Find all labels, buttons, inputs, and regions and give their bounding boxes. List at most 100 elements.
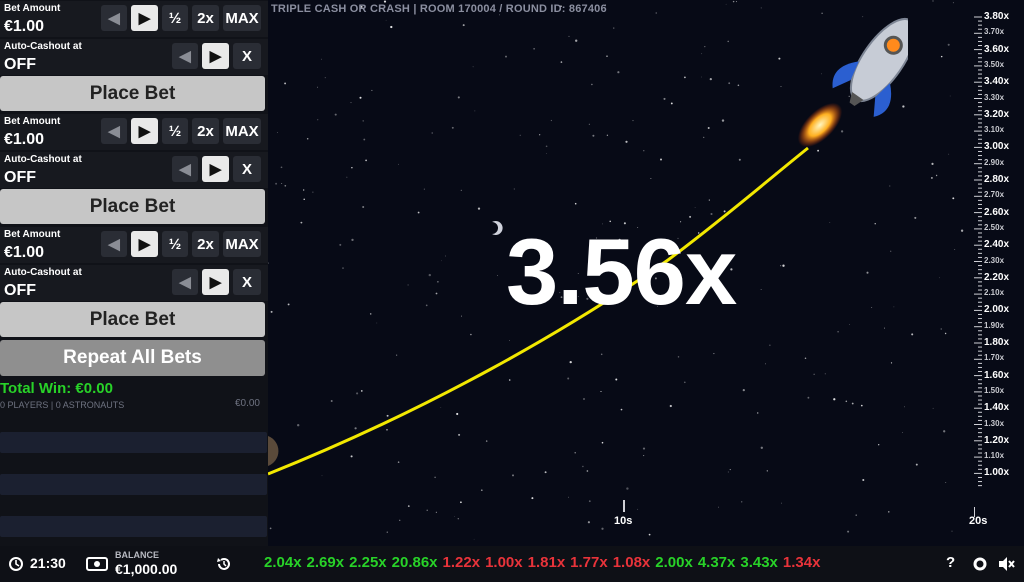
current-multiplier: 3.56x — [506, 219, 737, 324]
multiplier-history: 2.04x 2.69x 2.25x 20.86x 1.22x 1.00x 1.81x 1.77… — [264, 554, 914, 571]
auto-cashout-value[interactable]: OFF — [4, 56, 36, 74]
max-bet-button[interactable]: MAX — [223, 118, 261, 144]
bet-amount-value[interactable]: €1.00 — [4, 131, 44, 149]
increase-cashout-button[interactable]: ▶ — [202, 156, 229, 182]
chevron-right-icon: ▶ — [138, 236, 151, 253]
y-tick-label: 1.20x — [984, 434, 1010, 446]
chevron-left-icon: ◀ — [179, 274, 191, 291]
clear-cashout-button[interactable]: X — [233, 269, 261, 295]
auto-cashout-row: Auto-Cashout at OFF ◀ ▶ X — [0, 39, 268, 75]
auto-cashout-value[interactable]: OFF — [4, 282, 36, 300]
y-tick-label: 3.70x — [984, 27, 1005, 37]
players-count: 0 PLAYERS | 0 ASTRONAUTS — [0, 400, 125, 410]
decrease-bet-button[interactable]: ◀ — [101, 231, 127, 257]
chevron-right-icon: ▶ — [209, 274, 222, 291]
chevron-right-icon: ▶ — [209, 48, 222, 65]
chevron-right-icon: ▶ — [138, 10, 151, 27]
history-multiplier: 3.43x — [740, 554, 778, 571]
x-tick-label: 10s — [614, 515, 633, 527]
list-item — [0, 474, 267, 495]
balance-value: €1,000.00 — [115, 561, 178, 577]
game-title: TRIPLE CASH OR CRASH | ROOM 170004 / ROU… — [271, 3, 607, 15]
history-icon[interactable] — [216, 556, 232, 572]
chevron-right-icon: ▶ — [138, 123, 151, 140]
decrease-bet-button[interactable]: ◀ — [101, 5, 127, 31]
list-item — [0, 432, 267, 453]
y-tick-label: 3.60x — [984, 43, 1010, 55]
clear-cashout-button[interactable]: X — [233, 156, 261, 182]
history-multiplier: 2.69x — [306, 554, 345, 571]
y-tick-label: 3.20x — [984, 108, 1010, 120]
y-tick-label: 1.70x — [984, 353, 1005, 363]
place-bet-button[interactable]: Place Bet — [0, 76, 265, 111]
bet-amount-label: Bet Amount — [4, 229, 61, 240]
decrease-cashout-button[interactable]: ◀ — [172, 269, 198, 295]
increase-cashout-button[interactable]: ▶ — [202, 43, 229, 69]
increase-cashout-button[interactable]: ▶ — [202, 269, 229, 295]
y-tick-label: 2.50x — [984, 222, 1005, 232]
increase-bet-button[interactable]: ▶ — [131, 118, 158, 144]
history-multiplier: 20.86x — [391, 554, 438, 571]
gear-icon[interactable] — [972, 556, 988, 572]
chevron-left-icon: ◀ — [179, 161, 191, 178]
bet-amount-value[interactable]: €1.00 — [4, 244, 44, 262]
y-tick-label: 3.00x — [984, 141, 1010, 153]
balance-label: BALANCE — [115, 550, 159, 560]
bet-amount-row: Bet Amount €1.00 ◀ ▶ ½ 2x MAX — [0, 1, 268, 37]
decrease-bet-button[interactable]: ◀ — [101, 118, 127, 144]
y-tick-label: 2.20x — [984, 271, 1010, 283]
max-bet-button[interactable]: MAX — [223, 231, 261, 257]
history-multiplier: 4.37x — [697, 554, 736, 571]
place-bet-button[interactable]: Place Bet — [0, 302, 265, 337]
place-bet-button[interactable]: Place Bet — [0, 189, 265, 224]
y-tick-label: 1.10x — [984, 451, 1005, 461]
y-tick-label: 1.80x — [984, 337, 1010, 348]
auto-cashout-row: Auto-Cashout at OFF ◀ ▶ X — [0, 152, 268, 188]
half-bet-button[interactable]: ½ — [162, 118, 188, 144]
decrease-cashout-button[interactable]: ◀ — [172, 156, 198, 182]
bet-amount-label: Bet Amount — [4, 3, 61, 14]
y-tick-label: 1.40x — [984, 402, 1010, 414]
list-item — [0, 516, 267, 537]
clear-cashout-button[interactable]: X — [233, 43, 261, 69]
double-bet-button[interactable]: 2x — [192, 231, 219, 257]
y-tick-label: 3.40x — [984, 76, 1010, 88]
y-tick-label: 1.50x — [984, 385, 1005, 395]
history-multiplier: 1.77x — [570, 554, 608, 571]
history-multiplier: 1.08x — [612, 554, 651, 571]
x-tick-label: 20s — [969, 515, 988, 527]
clock-time: 21:30 — [30, 555, 66, 571]
y-tick-label: 2.40x — [984, 239, 1010, 251]
decrease-cashout-button[interactable]: ◀ — [172, 43, 198, 69]
y-tick-label: 2.70x — [984, 190, 1005, 200]
bet-panel: Bet Amount €1.00 ◀ ▶ ½ 2x MAX Auto-Cashout at OF… — [0, 0, 268, 546]
y-tick-label: 2.10x — [984, 288, 1005, 298]
half-bet-button[interactable]: ½ — [162, 5, 188, 31]
game-area: TRIPLE CASH OR CRASH | ROOM 170004 / ROU… — [268, 0, 1024, 546]
wallet-icon — [86, 557, 108, 571]
bet-amount-value[interactable]: €1.00 — [4, 18, 44, 36]
chevron-left-icon: ◀ — [179, 48, 191, 65]
double-bet-button[interactable]: 2x — [192, 118, 219, 144]
y-tick-label: 1.00x — [984, 467, 1010, 479]
total-win: Total Win: €0.00 — [0, 380, 113, 397]
speaker-mute-icon[interactable] — [998, 556, 1016, 572]
auto-cashout-row: Auto-Cashout at OFF ◀ ▶ X — [0, 265, 268, 301]
increase-bet-button[interactable]: ▶ — [131, 5, 158, 31]
max-bet-button[interactable]: MAX — [223, 5, 261, 31]
status-bar: 21:30 BALANCE €1,000.00 2.04x 2.69x 2.25x 2… — [0, 546, 1024, 582]
bet-amount-row: Bet Amount €1.00 ◀ ▶ ½ 2x MAX — [0, 114, 268, 150]
y-tick-label: 2.60x — [984, 206, 1010, 218]
history-multiplier: 1.81x — [527, 554, 566, 571]
rocket-icon — [797, 18, 908, 148]
y-tick-label: 1.30x — [984, 418, 1005, 428]
auto-cashout-label: Auto-Cashout at — [4, 267, 82, 278]
auto-cashout-value[interactable]: OFF — [4, 169, 36, 187]
half-bet-button[interactable]: ½ — [162, 231, 188, 257]
double-bet-button[interactable]: 2x — [192, 5, 219, 31]
repeat-all-bets-button[interactable]: Repeat All Bets — [0, 340, 265, 376]
y-tick-label: 3.10x — [984, 125, 1005, 135]
increase-bet-button[interactable]: ▶ — [131, 231, 158, 257]
help-icon[interactable]: ? — [946, 554, 955, 571]
history-multiplier: 1.22x — [442, 554, 481, 571]
